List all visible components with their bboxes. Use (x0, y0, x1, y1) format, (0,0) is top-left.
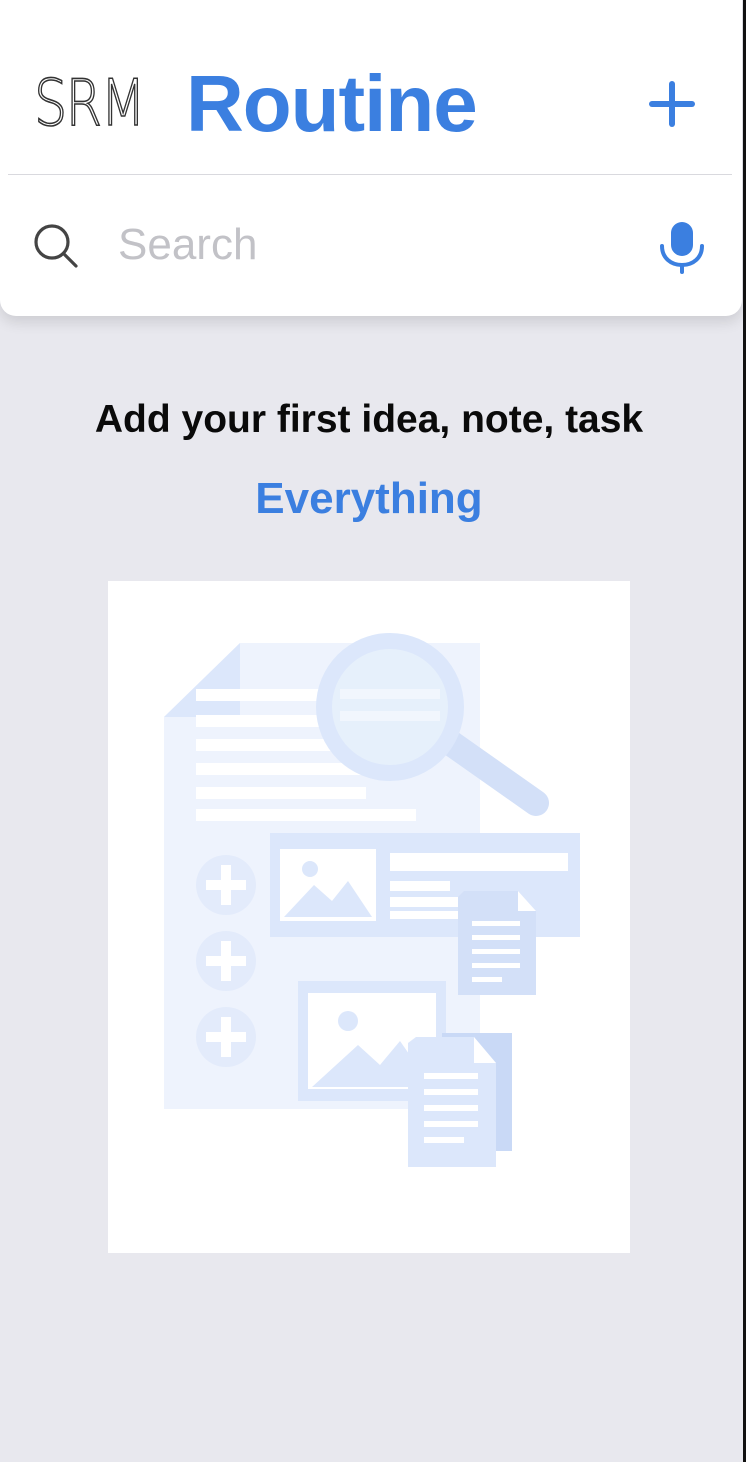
search-icon (34, 224, 78, 268)
empty-state-title: Add your first idea, note, task (94, 398, 644, 441)
header-divider (8, 174, 732, 175)
app-screen: SRM Routine Add your first idea, note, t… (0, 0, 746, 1462)
brand-mark: SRM (33, 67, 146, 141)
header-card: SRM Routine (0, 0, 742, 316)
empty-state-illustration (108, 581, 630, 1253)
add-button[interactable] (646, 78, 698, 130)
search-input[interactable] (118, 218, 618, 272)
empty-state-subtitle: Everything (255, 474, 483, 523)
search-bar (0, 196, 742, 296)
microphone-icon[interactable] (654, 218, 710, 274)
brand: SRM Routine (33, 59, 478, 148)
document-search-illustration (164, 633, 580, 1167)
page-title: Routine (186, 59, 478, 148)
plus-icon (649, 81, 695, 127)
